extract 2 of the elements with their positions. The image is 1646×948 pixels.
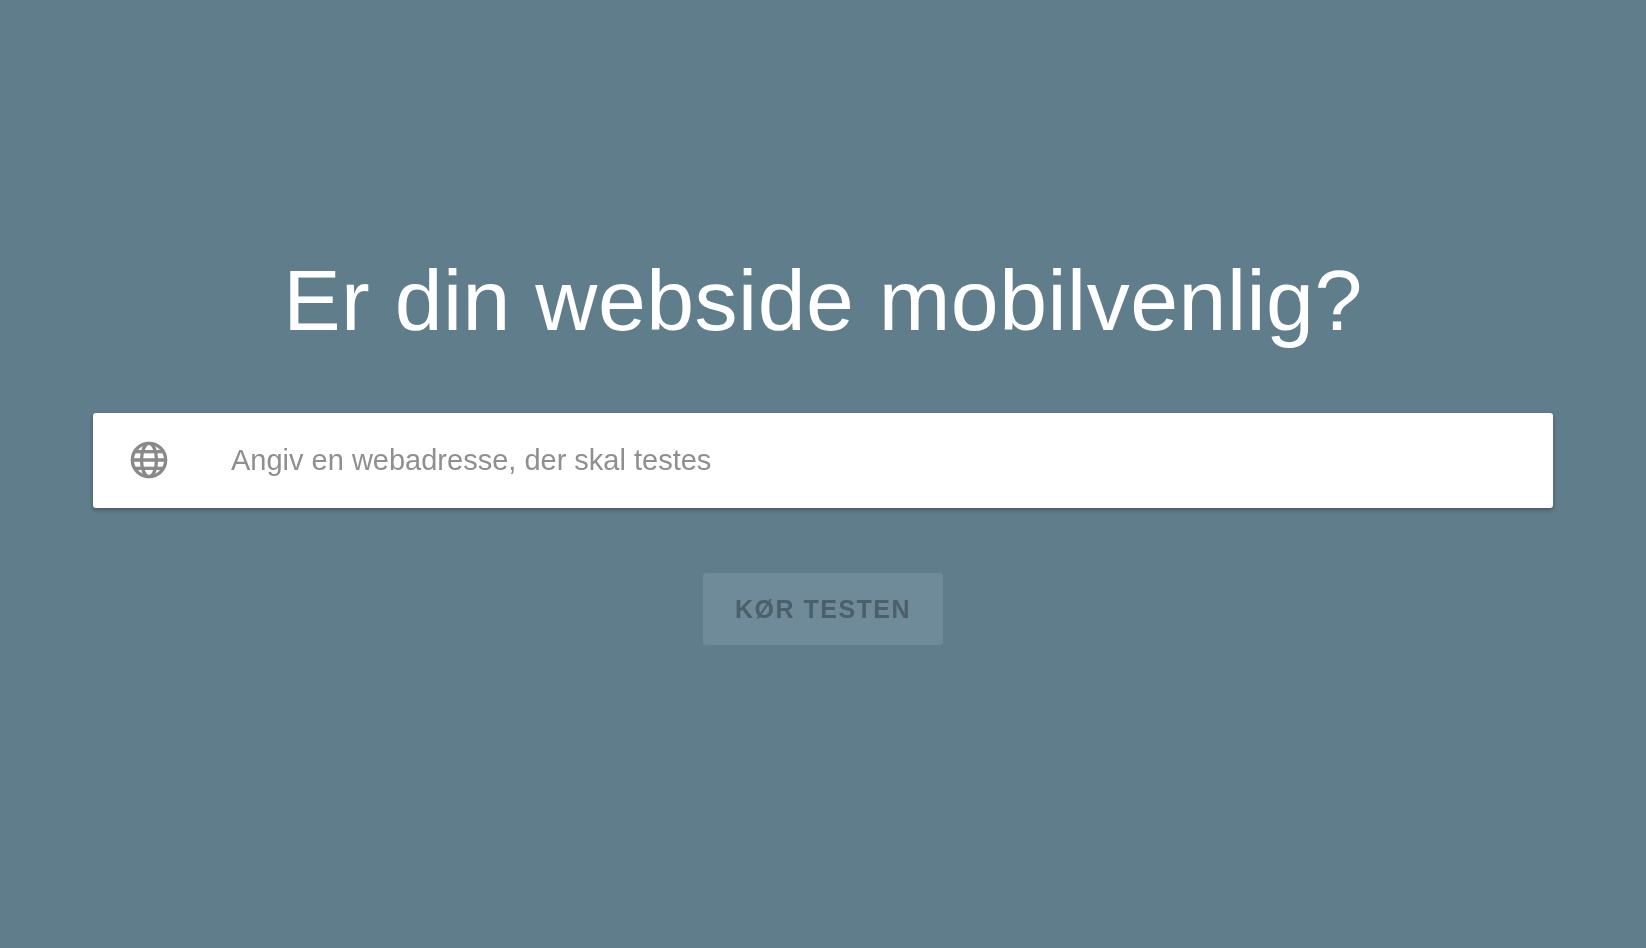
url-input-field[interactable]: Angiv en webadresse, der skal testes [93,413,1553,508]
page-title: Er din webside mobilvenlig? [283,251,1363,350]
